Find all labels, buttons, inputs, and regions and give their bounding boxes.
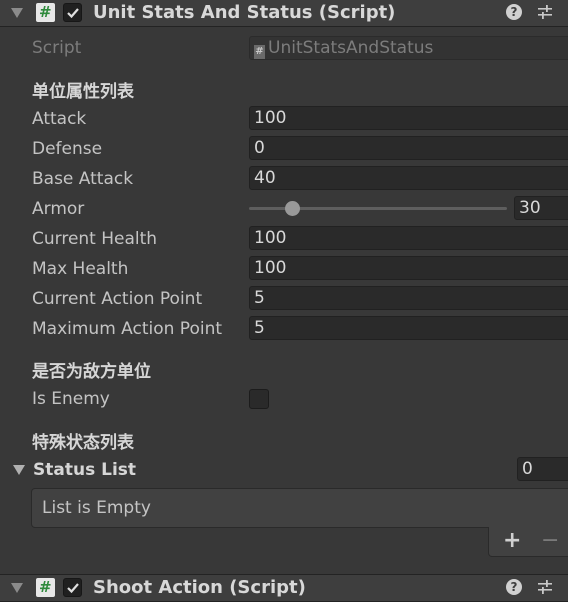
defense-field[interactable]: 0 bbox=[249, 136, 568, 160]
current-action-point-field[interactable]: 5 bbox=[249, 286, 568, 310]
component-title: Unit Stats And Status (Script) bbox=[93, 2, 396, 23]
base-attack-field[interactable]: 40 bbox=[249, 166, 568, 190]
attack-label: Attack bbox=[32, 109, 87, 129]
component-enable-toggle[interactable] bbox=[63, 3, 82, 22]
script-label: Script bbox=[32, 38, 82, 58]
settings-sliders-icon[interactable] bbox=[537, 579, 553, 595]
component-enable-toggle[interactable] bbox=[63, 578, 82, 597]
status-list-foldout-icon[interactable] bbox=[13, 465, 25, 475]
section-header-enemy: 是否为敌方单位 bbox=[32, 362, 151, 382]
checkmark-icon bbox=[67, 8, 79, 19]
script-file-icon: # bbox=[254, 45, 265, 59]
status-list-size-field[interactable]: 0 bbox=[517, 457, 568, 481]
maximum-action-point-label: Maximum Action Point bbox=[32, 319, 223, 339]
script-value: UnitStatsAndStatus bbox=[268, 38, 434, 58]
csharp-script-icon: # bbox=[36, 3, 55, 22]
attack-field[interactable]: 100 bbox=[249, 106, 568, 130]
defense-label: Defense bbox=[32, 139, 103, 159]
help-icon[interactable]: ? bbox=[506, 579, 522, 595]
add-element-button[interactable]: + bbox=[503, 527, 521, 555]
section-header-attributes: 单位属性列表 bbox=[32, 82, 134, 102]
component-header-shoot-action[interactable]: # Shoot Action (Script) ? bbox=[0, 574, 568, 602]
csharp-script-icon: # bbox=[36, 578, 55, 597]
list-empty-text: List is Empty bbox=[42, 498, 151, 518]
max-health-field[interactable]: 100 bbox=[249, 256, 568, 280]
component-header-unit-stats[interactable]: # Unit Stats And Status (Script) ? bbox=[0, 0, 568, 27]
armor-label: Armor bbox=[32, 199, 85, 219]
is-enemy-label: Is Enemy bbox=[32, 389, 110, 409]
settings-sliders-icon[interactable] bbox=[537, 4, 553, 20]
current-health-label: Current Health bbox=[32, 229, 158, 249]
list-footer: + − bbox=[488, 527, 568, 557]
is-enemy-checkbox[interactable] bbox=[249, 389, 269, 409]
section-header-status: 特殊状态列表 bbox=[32, 433, 134, 453]
checkmark-icon bbox=[67, 583, 79, 594]
maximum-action-point-field[interactable]: 5 bbox=[249, 316, 568, 340]
script-object-field[interactable]: # UnitStatsAndStatus bbox=[249, 36, 568, 60]
armor-field[interactable]: 30 bbox=[514, 196, 568, 220]
status-list-label[interactable]: Status List bbox=[33, 459, 136, 481]
armor-slider-thumb[interactable] bbox=[285, 201, 300, 216]
foldout-arrow-icon[interactable] bbox=[11, 583, 23, 593]
max-health-label: Max Health bbox=[32, 259, 129, 279]
current-action-point-label: Current Action Point bbox=[32, 289, 203, 309]
status-list-box: List is Empty bbox=[31, 488, 568, 528]
base-attack-label: Base Attack bbox=[32, 169, 134, 189]
help-icon[interactable]: ? bbox=[506, 4, 522, 20]
foldout-arrow-icon[interactable] bbox=[11, 8, 23, 18]
current-health-field[interactable]: 100 bbox=[249, 226, 568, 250]
remove-element-button[interactable]: − bbox=[541, 527, 559, 555]
component-title: Shoot Action (Script) bbox=[93, 577, 306, 598]
